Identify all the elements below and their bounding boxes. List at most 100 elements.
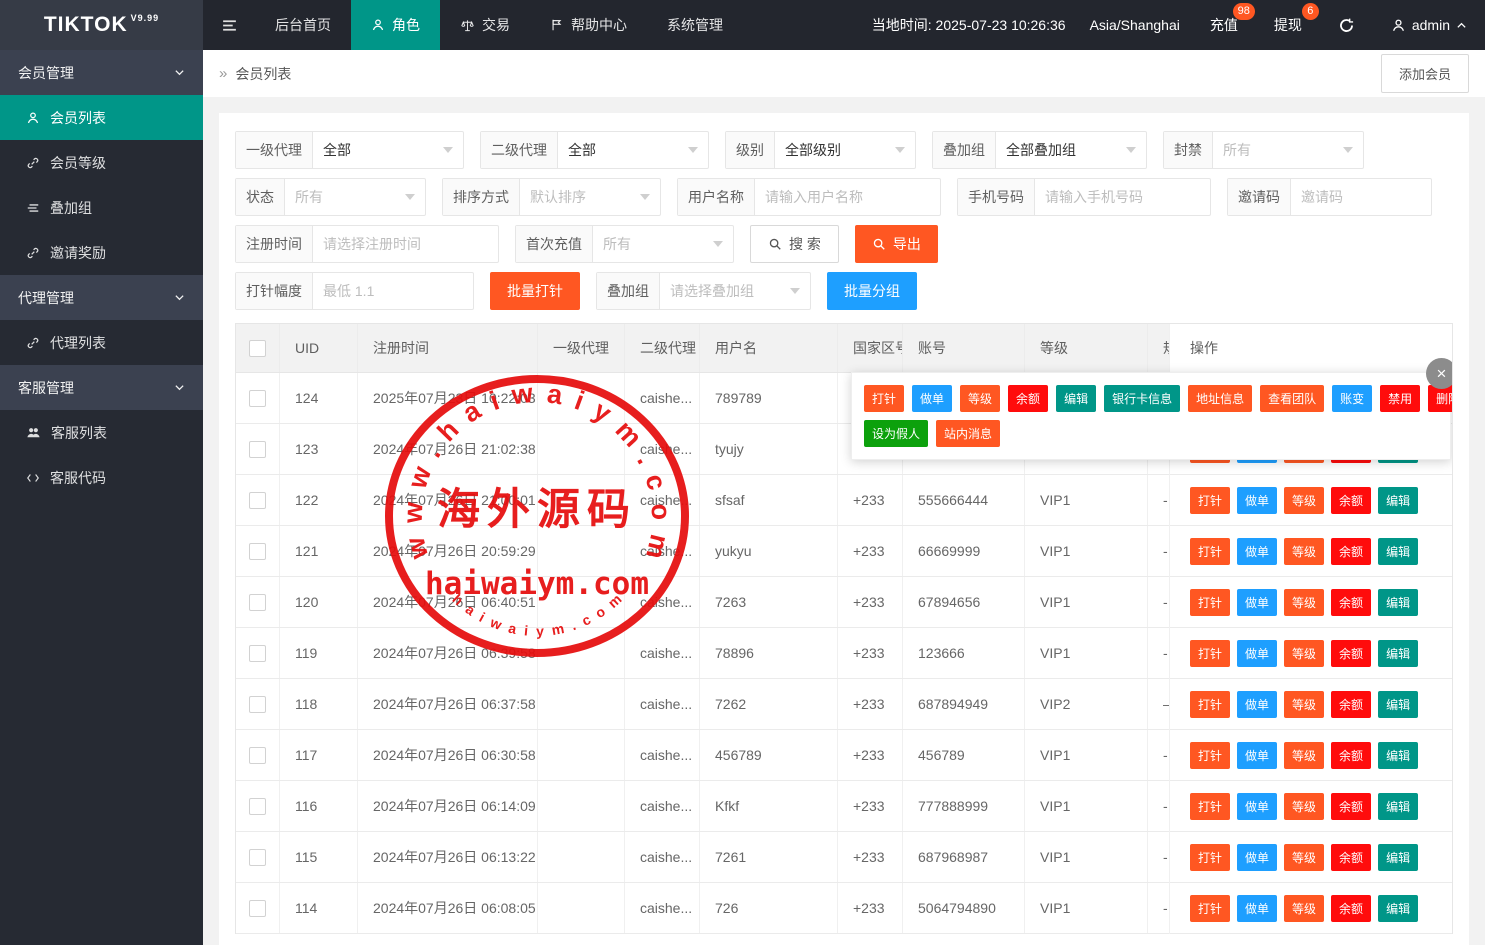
row-action-button[interactable]: 做单 [1237, 640, 1277, 667]
row-action-button[interactable]: 打针 [1190, 640, 1230, 667]
sidebar-group-header[interactable]: 会员管理 [0, 50, 203, 95]
row-action-button[interactable]: 编辑 [1378, 895, 1418, 922]
topbar-nav-item[interactable]: 后台首页 [255, 0, 351, 50]
filter-select[interactable]: 排序方式默认排序 [442, 178, 661, 216]
filter-select[interactable]: 一级代理全部 [235, 131, 464, 169]
row-action-button[interactable]: 余额 [1331, 691, 1371, 718]
row-checkbox[interactable] [249, 594, 266, 611]
row-checkbox[interactable] [249, 492, 266, 509]
row-action-button[interactable]: 编辑 [1378, 538, 1418, 565]
row-action-button[interactable]: 打针 [1190, 691, 1230, 718]
row-action-button[interactable]: 做单 [1237, 844, 1277, 871]
row-action-button[interactable]: 等级 [1284, 844, 1324, 871]
popup-action-button[interactable]: 查看团队 [1260, 385, 1324, 412]
row-action-button[interactable]: 等级 [1284, 895, 1324, 922]
topbar-nav-item[interactable]: 系统管理 [647, 0, 743, 50]
search-button[interactable]: 搜 索 [750, 225, 839, 263]
row-checkbox[interactable] [249, 900, 266, 917]
popup-action-button[interactable]: 账变 [1332, 385, 1372, 412]
row-action-button[interactable]: 余额 [1331, 538, 1371, 565]
row-checkbox[interactable] [249, 798, 266, 815]
popup-action-button[interactable]: 禁用 [1380, 385, 1420, 412]
popup-action-button[interactable]: 站内消息 [936, 420, 1000, 447]
topbar-nav-item[interactable]: 交易 [440, 0, 530, 50]
row-action-button[interactable]: 等级 [1284, 793, 1324, 820]
row-action-button[interactable]: 编辑 [1378, 793, 1418, 820]
menu-toggle-icon[interactable] [203, 0, 255, 50]
filter-select[interactable]: 级别全部级别 [725, 131, 916, 169]
popup-action-button[interactable]: 编辑 [1056, 385, 1096, 412]
row-action-button[interactable]: 等级 [1284, 640, 1324, 667]
filter-select[interactable]: 叠加组全部叠加组 [932, 131, 1147, 169]
row-action-button[interactable]: 打针 [1190, 742, 1230, 769]
row-action-button[interactable]: 做单 [1237, 895, 1277, 922]
row-action-button[interactable]: 打针 [1190, 895, 1230, 922]
row-action-button[interactable]: 做单 [1237, 487, 1277, 514]
refresh-icon[interactable] [1320, 0, 1373, 50]
row-action-button[interactable]: 打针 [1190, 487, 1230, 514]
filter-select[interactable]: 首次充值所有 [515, 225, 734, 263]
row-action-button[interactable]: 余额 [1331, 742, 1371, 769]
filter-input[interactable]: 打针幅度最低 1.1 [235, 272, 474, 310]
popup-action-button[interactable]: 打针 [864, 385, 904, 412]
row-action-button[interactable]: 打针 [1190, 538, 1230, 565]
filter-select[interactable]: 二级代理全部 [480, 131, 709, 169]
filter-select[interactable]: 封禁所有 [1163, 131, 1364, 169]
row-checkbox[interactable] [249, 747, 266, 764]
row-action-button[interactable]: 等级 [1284, 742, 1324, 769]
row-action-button[interactable]: 编辑 [1378, 640, 1418, 667]
add-member-button[interactable]: 添加会员 [1381, 54, 1469, 93]
popup-close-button[interactable]: × [1426, 358, 1453, 389]
row-action-button[interactable]: 打针 [1190, 793, 1230, 820]
filter-input[interactable]: 注册时间请选择注册时间 [235, 225, 499, 263]
row-action-button[interactable]: 做单 [1237, 589, 1277, 616]
row-checkbox[interactable] [249, 390, 266, 407]
row-action-button[interactable]: 做单 [1237, 538, 1277, 565]
sidebar-item[interactable]: 客服代码 [0, 455, 203, 500]
row-action-button[interactable]: 编辑 [1378, 742, 1418, 769]
row-action-button[interactable]: 等级 [1284, 589, 1324, 616]
row-checkbox[interactable] [249, 441, 266, 458]
row-action-button[interactable]: 编辑 [1378, 844, 1418, 871]
row-action-button[interactable]: 余额 [1331, 589, 1371, 616]
admin-menu-item[interactable]: admin [1373, 0, 1485, 50]
filter-select[interactable]: 状态所有 [235, 178, 426, 216]
popup-action-button[interactable]: 删除 [1428, 385, 1453, 412]
row-checkbox[interactable] [249, 543, 266, 560]
topbar-nav-item[interactable]: 帮助中心 [530, 0, 647, 50]
sidebar-item[interactable]: 代理列表 [0, 320, 203, 365]
sidebar-item[interactable]: 会员等级 [0, 140, 203, 185]
row-action-button[interactable]: 余额 [1331, 895, 1371, 922]
sidebar-item[interactable]: 叠加组 [0, 185, 203, 230]
topbar-nav-item[interactable]: 角色 [351, 0, 440, 50]
row-action-button[interactable]: 编辑 [1378, 589, 1418, 616]
row-action-button[interactable]: 做单 [1237, 793, 1277, 820]
popup-action-button[interactable]: 余额 [1008, 385, 1048, 412]
row-checkbox[interactable] [249, 645, 266, 662]
row-action-button[interactable]: 余额 [1331, 844, 1371, 871]
popup-action-button[interactable]: 等级 [960, 385, 1000, 412]
filter-select[interactable]: 叠加组请选择叠加组 [596, 272, 811, 310]
row-action-button[interactable]: 打针 [1190, 844, 1230, 871]
row-action-button[interactable]: 等级 [1284, 691, 1324, 718]
popup-action-button[interactable]: 银行卡信息 [1104, 385, 1180, 412]
row-action-button[interactable]: 做单 [1237, 742, 1277, 769]
popup-action-button[interactable]: 设为假人 [864, 420, 928, 447]
popup-action-button[interactable]: 做单 [912, 385, 952, 412]
sidebar-item[interactable]: 邀请奖励 [0, 230, 203, 275]
filter-input[interactable]: 手机号码请输入手机号码 [957, 178, 1211, 216]
row-action-button[interactable]: 余额 [1331, 487, 1371, 514]
filter-input[interactable]: 用户名称请输入用户名称 [677, 178, 941, 216]
batch-group-button[interactable]: 批量分组 [827, 272, 917, 310]
popup-action-button[interactable]: 地址信息 [1188, 385, 1252, 412]
sidebar-item[interactable]: 客服列表 [0, 410, 203, 455]
row-action-button[interactable]: 余额 [1331, 793, 1371, 820]
sidebar-item[interactable]: 会员列表 [0, 95, 203, 140]
row-checkbox[interactable] [249, 696, 266, 713]
sidebar-group-header[interactable]: 代理管理 [0, 275, 203, 320]
row-action-button[interactable]: 做单 [1237, 691, 1277, 718]
select-all-checkbox[interactable] [249, 340, 266, 357]
row-action-button[interactable]: 等级 [1284, 538, 1324, 565]
row-action-button[interactable]: 编辑 [1378, 691, 1418, 718]
export-button[interactable]: 导出 [855, 225, 938, 263]
